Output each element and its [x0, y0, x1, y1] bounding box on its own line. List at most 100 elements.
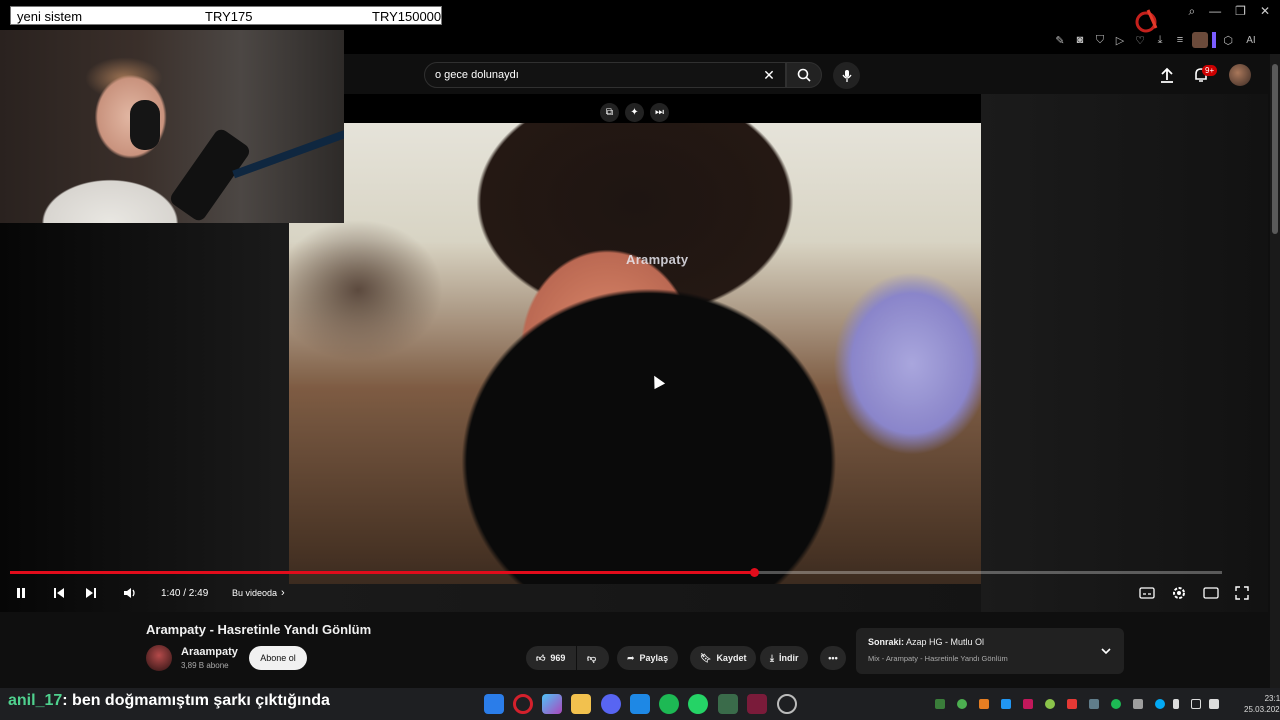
mail-icon[interactable]: [630, 694, 650, 714]
opera-icon[interactable]: [513, 694, 533, 714]
save-button[interactable]: 🔖︎ Kaydet: [690, 646, 757, 670]
minimize-icon[interactable]: —: [1209, 4, 1221, 19]
search-query: o gece dolunaydı: [435, 69, 519, 81]
discord-icon[interactable]: [601, 694, 621, 714]
tray-icon[interactable]: [957, 699, 967, 709]
subscribe-button[interactable]: Abone ol: [249, 646, 307, 670]
camera-icon[interactable]: ◙: [1072, 32, 1088, 48]
skip-icon[interactable]: ⏭: [650, 103, 669, 122]
more-dots-icon: •••: [828, 653, 838, 663]
tray-icon[interactable]: [1133, 699, 1143, 709]
clock-date: 25.03.2026: [1244, 705, 1280, 714]
share-arrow-icon: ➦: [627, 652, 635, 663]
like-button[interactable]: 👍︎ 969: [526, 646, 576, 670]
ai-button[interactable]: AI: [1240, 32, 1262, 48]
stream-goal-bar: yeni sistem TRY175 TRY150000: [10, 6, 442, 25]
subtitles-icon[interactable]: [1139, 584, 1155, 602]
play-icon[interactable]: ▷: [1112, 32, 1128, 48]
display-icon[interactable]: [1191, 699, 1201, 709]
fullscreen-icon[interactable]: [1235, 584, 1249, 602]
miniplayer-icon[interactable]: ⧉: [600, 103, 619, 122]
tray-icon[interactable]: [1155, 699, 1165, 709]
tray-icon[interactable]: [1023, 699, 1033, 709]
search-button[interactable]: [786, 62, 822, 88]
headphones: [130, 100, 160, 150]
speaker-icon[interactable]: [1209, 699, 1219, 709]
spotify-icon[interactable]: [659, 694, 679, 714]
dislike-button[interactable]: 👎︎: [577, 646, 609, 670]
search-input[interactable]: o gece dolunaydı: [424, 62, 786, 88]
tray-icon[interactable]: [935, 699, 945, 709]
notifications-badge: 9+: [1202, 65, 1218, 76]
theater-mode-icon[interactable]: [1203, 584, 1219, 602]
player-top-controls: ⧉ ✦ ⏭: [600, 103, 669, 122]
mic-tray-icon[interactable]: [1173, 699, 1179, 709]
volume-icon[interactable]: [122, 584, 138, 602]
search-icon[interactable]: ⌕: [1188, 4, 1195, 19]
tray-icon[interactable]: [1001, 699, 1011, 709]
up-next-title: Sonraki: Azap HG - Mutlu Ol: [868, 637, 984, 647]
up-next-panel[interactable]: [856, 628, 1124, 674]
tray-icon[interactable]: [1067, 699, 1077, 709]
mic-icon: [841, 69, 852, 82]
streamer-webcam: [0, 30, 344, 223]
channel-avatar[interactable]: [146, 645, 172, 671]
share-label: Paylaş: [639, 653, 669, 663]
profile-icon[interactable]: [1192, 32, 1208, 48]
chapter-button[interactable]: Bu videoda ›: [232, 584, 285, 602]
up-next-label: Sonraki:: [868, 637, 905, 647]
whatsapp-icon[interactable]: [688, 694, 708, 714]
video-frame[interactable]: [289, 94, 981, 584]
time-display: 1:40 / 2:49: [161, 587, 209, 599]
pause-icon[interactable]: [14, 584, 28, 602]
subscriber-count: 3,89 B abone: [181, 661, 229, 670]
scrollbar-thumb[interactable]: [1272, 64, 1278, 234]
clear-search-icon[interactable]: ✕: [760, 66, 778, 84]
chevron-right-icon: ›: [281, 587, 285, 599]
upload-icon[interactable]: [1158, 66, 1178, 84]
app-icon[interactable]: [718, 694, 738, 714]
next-icon[interactable]: [84, 584, 98, 602]
shield-icon[interactable]: ⛉: [1092, 32, 1108, 48]
download-label: İndir: [778, 653, 799, 663]
account-avatar[interactable]: [1229, 64, 1251, 86]
download-button[interactable]: ⤓ İndir: [760, 646, 809, 670]
start-icon[interactable]: [484, 694, 504, 714]
system-clock[interactable]: 23:11 25.03.2026: [1244, 693, 1280, 715]
obs-icon[interactable]: [777, 694, 797, 714]
channel-name[interactable]: Araampaty: [181, 646, 238, 658]
heart-icon[interactable]: ♡: [1132, 32, 1148, 48]
steam-icon[interactable]: [1089, 699, 1099, 709]
download-icon[interactable]: ⤓: [1152, 32, 1168, 48]
sparkle-icon[interactable]: ✦: [625, 103, 644, 122]
copilot-icon[interactable]: [542, 694, 562, 714]
folder-icon[interactable]: [571, 694, 591, 714]
thumbs-up-icon: 👍︎: [536, 652, 546, 663]
progress-scrubber[interactable]: [750, 568, 759, 577]
more-actions-button[interactable]: •••: [820, 646, 846, 670]
previous-icon[interactable]: [52, 584, 66, 602]
magnifier-icon: [797, 68, 811, 82]
like-count: 969: [550, 653, 566, 663]
spotify-tray-icon[interactable]: [1111, 699, 1121, 709]
tray-icon[interactable]: [1045, 699, 1055, 709]
chevron-down-icon[interactable]: [1098, 643, 1114, 659]
tray-icon[interactable]: [979, 699, 989, 709]
clock-time: 23:11: [1264, 694, 1280, 703]
cube-icon[interactable]: ⬡: [1220, 32, 1236, 48]
chat-message: anil_17: ben doğmamıştım şarkı çıktığınd…: [8, 692, 330, 710]
bookmark-icon: 🔖︎: [700, 652, 712, 663]
voice-search-button[interactable]: [833, 62, 860, 89]
sidebar-accent-icon[interactable]: [1212, 32, 1216, 48]
restore-icon[interactable]: ❐: [1235, 4, 1246, 19]
close-window-icon[interactable]: ✕: [1260, 4, 1270, 19]
video-watermark: Arampaty: [626, 252, 689, 267]
menu-icon[interactable]: ≡: [1172, 32, 1188, 48]
mic-arm: [232, 129, 344, 179]
edit-icon[interactable]: ✎: [1052, 32, 1068, 48]
chat-username: anil_17: [8, 692, 63, 709]
share-button[interactable]: ➦ Paylaş: [617, 646, 679, 670]
settings-gear-icon[interactable]: [1171, 584, 1187, 602]
video-title: Arampaty - Hasretinle Yandı Gönlüm: [146, 622, 372, 637]
stream-app-icon[interactable]: [747, 694, 767, 714]
